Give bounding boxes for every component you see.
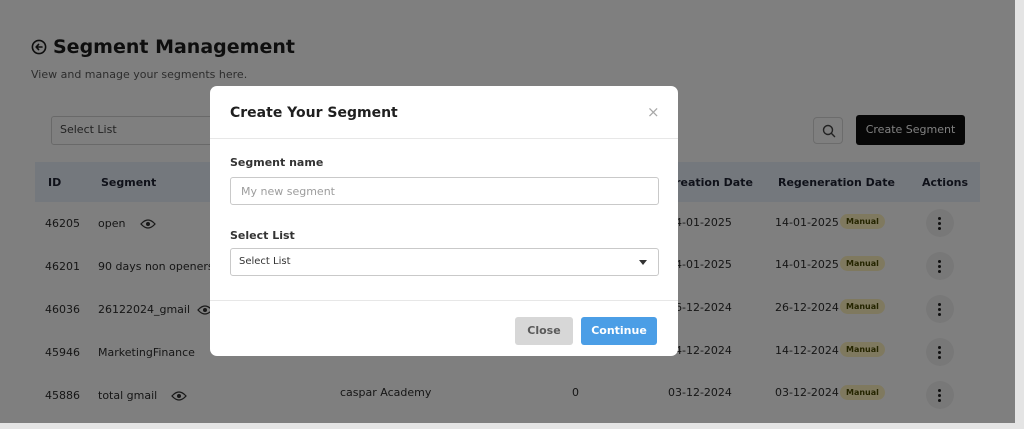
close-icon[interactable]: ×: [647, 104, 660, 120]
close-button[interactable]: Close: [515, 317, 573, 345]
screen-edge-right: [1015, 0, 1024, 429]
modal-title: Create Your Segment: [230, 105, 398, 121]
select-list-value: Select List: [239, 256, 291, 267]
select-list-dropdown[interactable]: Select List: [230, 248, 659, 276]
modal-footer-divider: [210, 300, 678, 301]
segment-name-label: Segment name: [230, 156, 324, 169]
select-list-label: Select List: [230, 229, 295, 242]
modal-divider: [210, 138, 678, 139]
caret-down-icon: [639, 260, 647, 265]
screen-edge-bottom: [0, 423, 1024, 429]
segment-name-input[interactable]: [230, 177, 659, 205]
continue-button[interactable]: Continue: [581, 317, 657, 345]
create-segment-modal: Create Your Segment × Segment name Selec…: [210, 86, 678, 356]
